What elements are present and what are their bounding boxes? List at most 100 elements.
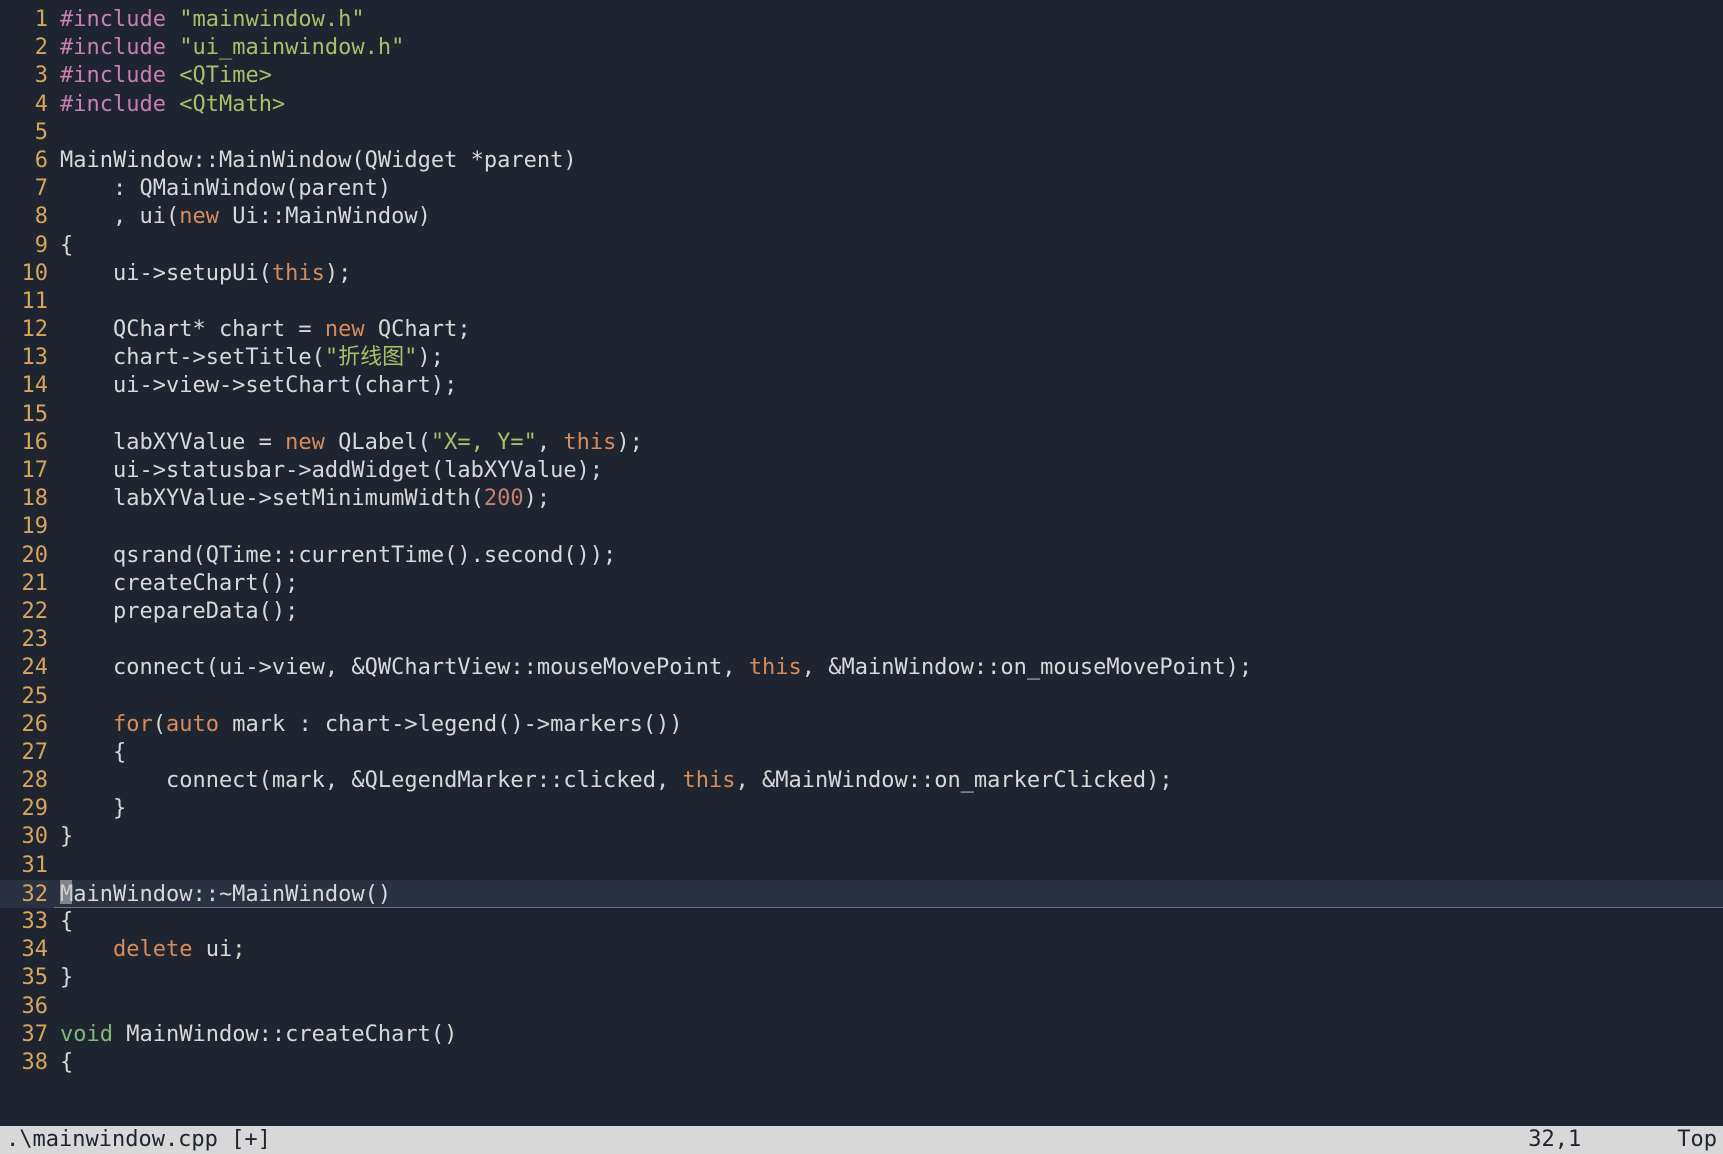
code-text[interactable]: #include <QtMath> <box>54 91 285 119</box>
line-number: 6 <box>0 147 54 175</box>
code-line[interactable]: 23 <box>0 626 1723 654</box>
code-line[interactable]: 22 prepareData(); <box>0 598 1723 626</box>
line-number: 33 <box>0 908 54 936</box>
code-line[interactable]: 12 QChart* chart = new QChart; <box>0 316 1723 344</box>
line-number: 27 <box>0 739 54 767</box>
code-line[interactable]: 4#include <QtMath> <box>0 91 1723 119</box>
line-number: 23 <box>0 626 54 654</box>
line-number: 38 <box>0 1049 54 1077</box>
code-line[interactable]: 21 createChart(); <box>0 570 1723 598</box>
code-text[interactable]: #include "mainwindow.h" <box>54 6 365 34</box>
code-line[interactable]: 28 connect(mark, &QLegendMarker::clicked… <box>0 767 1723 795</box>
code-text[interactable]: delete ui; <box>54 936 245 964</box>
code-line[interactable]: 9{ <box>0 232 1723 260</box>
code-text[interactable]: labXYValue->setMinimumWidth(200); <box>54 485 550 513</box>
code-line[interactable]: 35} <box>0 964 1723 992</box>
code-text[interactable]: #include "ui_mainwindow.h" <box>54 34 404 62</box>
line-number: 21 <box>0 570 54 598</box>
code-text[interactable]: QChart* chart = new QChart; <box>54 316 471 344</box>
code-text[interactable]: : QMainWindow(parent) <box>54 175 391 203</box>
code-text[interactable]: MainWindow::MainWindow(QWidget *parent) <box>54 147 577 175</box>
line-number: 9 <box>0 232 54 260</box>
line-number: 1 <box>0 6 54 34</box>
code-line[interactable]: 8 , ui(new Ui::MainWindow) <box>0 203 1723 231</box>
code-line[interactable]: 17 ui->statusbar->addWidget(labXYValue); <box>0 457 1723 485</box>
code-line[interactable]: 11 <box>0 288 1723 316</box>
line-number: 17 <box>0 457 54 485</box>
line-number: 31 <box>0 852 54 880</box>
code-text[interactable]: } <box>54 964 73 992</box>
line-number: 8 <box>0 203 54 231</box>
line-number: 36 <box>0 993 54 1021</box>
code-text[interactable]: } <box>54 823 73 851</box>
code-text[interactable]: chart->setTitle("折线图"); <box>54 344 444 372</box>
code-text[interactable]: MainWindow::~MainWindow() <box>54 880 391 909</box>
code-line[interactable]: 3#include <QTime> <box>0 62 1723 90</box>
code-line[interactable]: 29 } <box>0 795 1723 823</box>
code-line[interactable]: 2#include "ui_mainwindow.h" <box>0 34 1723 62</box>
code-line[interactable]: 5 <box>0 119 1723 147</box>
code-line[interactable]: 19 <box>0 513 1723 541</box>
code-text[interactable]: } <box>54 795 126 823</box>
code-text[interactable]: { <box>54 1049 73 1077</box>
code-text[interactable]: labXYValue = new QLabel("X=, Y=", this); <box>54 429 643 457</box>
code-text[interactable]: prepareData(); <box>54 598 298 626</box>
code-line[interactable]: 37void MainWindow::createChart() <box>0 1021 1723 1049</box>
code-line[interactable]: 25 <box>0 683 1723 711</box>
line-number: 13 <box>0 344 54 372</box>
code-line[interactable]: 32MainWindow::~MainWindow() <box>0 880 1723 908</box>
line-number: 22 <box>0 598 54 626</box>
status-cursor-pos: 32,1 <box>1528 1126 1677 1154</box>
code-text[interactable]: connect(mark, &QLegendMarker::clicked, t… <box>54 767 1173 795</box>
code-line[interactable]: 33{ <box>0 908 1723 936</box>
code-line[interactable]: 7 : QMainWindow(parent) <box>0 175 1723 203</box>
code-text[interactable]: ui->statusbar->addWidget(labXYValue); <box>54 457 603 485</box>
line-number: 29 <box>0 795 54 823</box>
status-scroll: Top <box>1677 1126 1717 1154</box>
line-number: 34 <box>0 936 54 964</box>
code-line[interactable]: 18 labXYValue->setMinimumWidth(200); <box>0 485 1723 513</box>
code-line[interactable]: 27 { <box>0 739 1723 767</box>
line-number: 12 <box>0 316 54 344</box>
code-line[interactable]: 13 chart->setTitle("折线图"); <box>0 344 1723 372</box>
line-number: 35 <box>0 964 54 992</box>
code-text[interactable]: void MainWindow::createChart() <box>54 1021 457 1049</box>
code-line[interactable]: 14 ui->view->setChart(chart); <box>0 372 1723 400</box>
code-line[interactable]: 30} <box>0 823 1723 851</box>
code-text[interactable]: connect(ui->view, &QWChartView::mouseMov… <box>54 654 1252 682</box>
line-number: 37 <box>0 1021 54 1049</box>
code-line[interactable]: 38{ <box>0 1049 1723 1077</box>
code-text[interactable]: ui->view->setChart(chart); <box>54 372 457 400</box>
line-number: 3 <box>0 62 54 90</box>
code-text[interactable]: createChart(); <box>54 570 298 598</box>
line-number: 2 <box>0 34 54 62</box>
code-text[interactable]: , ui(new Ui::MainWindow) <box>54 203 431 231</box>
code-text[interactable]: qsrand(QTime::currentTime().second()); <box>54 542 616 570</box>
code-text[interactable]: ui->setupUi(this); <box>54 260 351 288</box>
line-number: 16 <box>0 429 54 457</box>
code-area[interactable]: 1#include "mainwindow.h"2#include "ui_ma… <box>0 0 1723 1077</box>
code-line[interactable]: 10 ui->setupUi(this); <box>0 260 1723 288</box>
editor-pane[interactable]: 1#include "mainwindow.h"2#include "ui_ma… <box>0 0 1723 1154</box>
line-number: 7 <box>0 175 54 203</box>
code-text[interactable]: { <box>54 232 73 260</box>
code-line[interactable]: 6MainWindow::MainWindow(QWidget *parent) <box>0 147 1723 175</box>
code-line[interactable]: 16 labXYValue = new QLabel("X=, Y=", thi… <box>0 429 1723 457</box>
status-bar: .\mainwindow.cpp [+] 32,1 Top <box>0 1126 1723 1154</box>
code-line[interactable]: 1#include "mainwindow.h" <box>0 6 1723 34</box>
code-line[interactable]: 24 connect(ui->view, &QWChartView::mouse… <box>0 654 1723 682</box>
code-text[interactable]: { <box>54 739 126 767</box>
line-number: 15 <box>0 401 54 429</box>
code-line[interactable]: 15 <box>0 401 1723 429</box>
code-line[interactable]: 20 qsrand(QTime::currentTime().second())… <box>0 542 1723 570</box>
line-number: 20 <box>0 542 54 570</box>
code-line[interactable]: 26 for(auto mark : chart->legend()->mark… <box>0 711 1723 739</box>
code-line[interactable]: 34 delete ui; <box>0 936 1723 964</box>
line-number: 32 <box>0 881 54 909</box>
code-text[interactable]: for(auto mark : chart->legend()->markers… <box>54 711 683 739</box>
code-text[interactable]: { <box>54 908 73 936</box>
code-line[interactable]: 36 <box>0 993 1723 1021</box>
line-number: 26 <box>0 711 54 739</box>
code-line[interactable]: 31 <box>0 852 1723 880</box>
code-text[interactable]: #include <QTime> <box>54 62 272 90</box>
